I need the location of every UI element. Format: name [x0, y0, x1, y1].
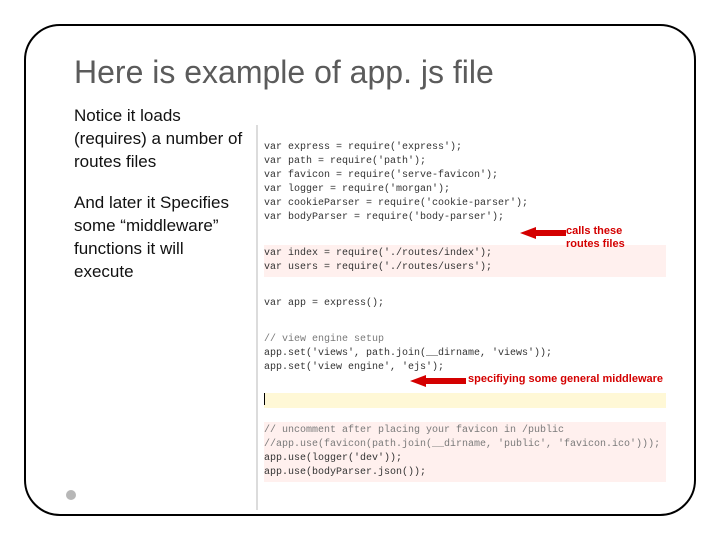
paragraph-1: Notice it loads (requires) a number of r…: [74, 105, 244, 174]
code-comment: // uncomment after placing your favicon …: [264, 425, 564, 436]
code-line: var app = express();: [264, 298, 384, 309]
code-line: app.set('view engine', 'ejs');: [264, 362, 444, 373]
content-row: Notice it loads (requires) a number of r…: [74, 105, 666, 510]
code-block: var express = require('express'); var pa…: [256, 125, 666, 510]
slide-frame: Here is example of app. js file Notice i…: [24, 24, 696, 516]
code-line: app.set('views', path.join(__dirname, 'v…: [264, 348, 552, 359]
code-line: var users = require('./routes/users');: [264, 262, 492, 273]
arrow-icon: [520, 227, 566, 239]
code-line: var cookieParser = require('cookie-parse…: [264, 198, 528, 209]
highlight-middleware: // uncomment after placing your favicon …: [264, 422, 666, 482]
code-line: app.use(logger('dev'));: [264, 453, 402, 464]
code-panel: var express = require('express'); var pa…: [256, 125, 666, 510]
code-line: var index = require('./routes/index');: [264, 248, 492, 259]
left-column: Notice it loads (requires) a number of r…: [74, 105, 244, 302]
slide-dot-icon: [66, 490, 76, 500]
code-line: var path = require('path');: [264, 156, 426, 167]
code-comment: // view engine setup: [264, 334, 384, 345]
annotation-middleware: specifiying some general middleware: [466, 373, 666, 386]
paragraph-2: And later it Specifies some “middleware”…: [74, 192, 244, 284]
slide-title: Here is example of app. js file: [74, 54, 666, 91]
code-line: var bodyParser = require('body-parser');: [264, 212, 504, 223]
code-line: var favicon = require('serve-favicon');: [264, 170, 498, 181]
arrow-icon: [410, 375, 466, 387]
highlight-cursor-line: [264, 393, 666, 408]
text-cursor: [264, 393, 265, 405]
code-line: app.use(bodyParser.json());: [264, 467, 426, 478]
code-comment: //app.use(favicon(path.join(__dirname, '…: [264, 439, 660, 450]
code-line: var logger = require('morgan');: [264, 184, 450, 195]
annotation-routes: calls these routes files: [566, 225, 656, 250]
code-line: var express = require('express');: [264, 142, 462, 153]
